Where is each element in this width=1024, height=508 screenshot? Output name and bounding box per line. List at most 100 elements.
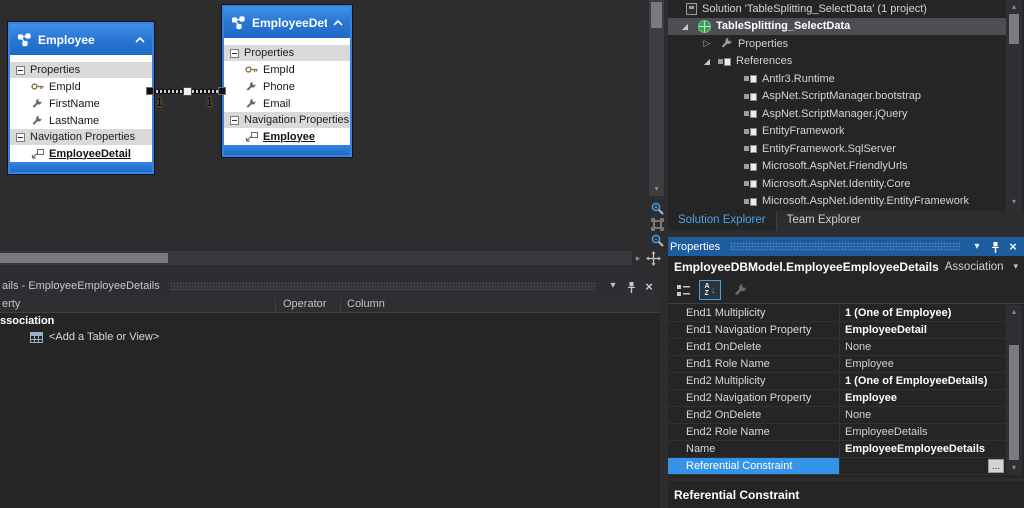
property-pages-button[interactable] — [733, 283, 748, 298]
tree-item-project[interactable]: ◢ TableSplitting_SelectData — [668, 17, 1006, 35]
tab-team-explorer[interactable]: Team Explorer — [775, 211, 871, 230]
property-grid-row[interactable]: End1 Role Name Employee — [668, 356, 1006, 373]
expander-expanded-icon[interactable]: ◢ — [680, 22, 690, 31]
close-icon[interactable]: × — [1006, 239, 1020, 254]
property-grid-row[interactable]: End1 Navigation Property EmployeeDetail — [668, 322, 1006, 339]
zoom-in-button[interactable] — [649, 200, 665, 216]
navigation-property-label: Employee — [263, 130, 315, 143]
properties-grid[interactable]: End1 Multiplicity 1 (One of Employee) En… — [668, 305, 1006, 475]
association-midpoint-handle[interactable] — [183, 87, 192, 96]
navigation-section-header[interactable]: Navigation Properties — [10, 129, 152, 145]
titlebar-grip-pattern — [730, 242, 960, 251]
property-grid-row[interactable]: End2 Navigation Property Employee — [668, 390, 1006, 407]
column-header-column[interactable]: Column — [347, 298, 385, 310]
zoom-to-fit-button[interactable] — [649, 216, 665, 232]
scroll-down-arrow-icon[interactable]: ▾ — [1006, 197, 1022, 207]
property-row[interactable]: Email — [224, 95, 350, 112]
tree-item-references[interactable]: ◢ References — [668, 53, 1006, 71]
wrench-icon — [30, 98, 44, 110]
zoom-out-button[interactable] — [649, 232, 665, 248]
tree-item-reference[interactable]: AspNet.ScriptManager.bootstrap — [668, 88, 1006, 106]
property-grid-row[interactable]: End1 Multiplicity 1 (One of Employee) — [668, 305, 1006, 322]
collapse-minus-icon[interactable] — [230, 115, 239, 125]
tree-item-reference[interactable]: Microsoft.AspNet.Identity.Core — [668, 175, 1006, 193]
designer-vertical-scrollbar[interactable]: ▾ — [649, 0, 664, 196]
tree-item-properties[interactable]: ▷ Properties — [668, 35, 1006, 53]
properties-grid-scrollbar[interactable]: ▴ ▾ — [1006, 305, 1022, 475]
scroll-right-arrow-icon[interactable]: ▸ — [633, 253, 643, 263]
close-icon[interactable]: × — [642, 279, 656, 294]
property-grid-row[interactable]: Name EmployeeEmployeeDetails — [668, 441, 1006, 458]
entity-body-gap — [224, 38, 350, 45]
entity-employee-header[interactable]: Employee — [10, 24, 152, 55]
property-grid-row[interactable]: End1 OnDelete None — [668, 339, 1006, 356]
tree-item-reference[interactable]: Antlr3.Runtime — [668, 70, 1006, 88]
window-position-menu-icon[interactable]: ▾ — [606, 278, 620, 294]
property-row[interactable]: LastName — [10, 112, 152, 129]
properties-section-header[interactable]: Properties — [224, 45, 350, 61]
scroll-down-arrow-icon[interactable]: ▾ — [1006, 463, 1022, 473]
pin-icon[interactable] — [988, 239, 1002, 254]
navigation-section-header[interactable]: Navigation Properties — [224, 112, 350, 128]
property-grid-row[interactable]: End2 OnDelete None — [668, 407, 1006, 424]
table-icon — [30, 331, 43, 343]
object-selector[interactable]: EmployeeDBModel.EmployeeEmployeeDetails … — [668, 256, 1024, 277]
tree-item-reference[interactable]: EntityFramework.SqlServer — [668, 140, 1006, 158]
association-connector[interactable]: 1 1 — [146, 81, 230, 113]
scrollbar-thumb[interactable] — [1009, 345, 1019, 460]
ef-designer-canvas[interactable]: Employee Properties EmpId FirstName Last… — [0, 0, 666, 270]
property-grid-row[interactable]: End2 Role Name EmployeeDetails — [668, 424, 1006, 441]
column-separator[interactable] — [275, 298, 276, 312]
scrollbar-thumb[interactable] — [0, 253, 168, 263]
property-row[interactable]: EmpId — [10, 78, 152, 95]
chevron-down-icon[interactable]: ▾ — [1013, 261, 1018, 272]
tree-item-reference[interactable]: Microsoft.AspNet.Identity.EntityFramewor… — [668, 193, 1006, 211]
navigation-property-row[interactable]: EmployeeDetail — [10, 145, 152, 162]
collapse-chevron-icon[interactable] — [135, 36, 145, 43]
tree-item-reference[interactable]: EntityFramework — [668, 123, 1006, 141]
expander-expanded-icon[interactable]: ◢ — [702, 57, 712, 66]
tree-item-solution[interactable]: Solution 'TableSplitting_SelectData' (1 … — [668, 0, 1006, 18]
collapse-minus-icon[interactable] — [16, 65, 25, 75]
solution-explorer-scrollbar[interactable]: ▴ ▾ — [1006, 0, 1022, 211]
designer-horizontal-scrollbar[interactable] — [0, 251, 632, 265]
expander-collapsed-icon[interactable]: ▷ — [702, 38, 712, 49]
mapping-association-group-row[interactable]: ssociation — [0, 313, 660, 329]
description-title: Referential Constraint — [674, 488, 800, 502]
mapping-details-titlebar[interactable]: ails - EmployeeEmployeeDetails ▾ × — [0, 277, 660, 295]
mapping-add-table-row[interactable]: <Add a Table or View> — [0, 329, 660, 345]
scroll-up-arrow-icon[interactable]: ▴ — [1006, 2, 1022, 12]
property-grid-row-selected[interactable]: Referential Constraint ... — [668, 458, 1006, 475]
property-row[interactable]: FirstName — [10, 95, 152, 112]
column-separator[interactable] — [340, 298, 341, 312]
entity-employee-details-header[interactable]: EmployeeDet... — [224, 7, 350, 38]
entity-employee[interactable]: Employee Properties EmpId FirstName Last… — [8, 22, 154, 174]
scroll-up-arrow-icon[interactable]: ▴ — [1006, 307, 1022, 317]
navigation-property-row[interactable]: Employee — [224, 128, 350, 145]
column-header-property[interactable]: erty — [2, 298, 20, 310]
properties-section-header[interactable]: Properties — [10, 62, 152, 78]
collapse-minus-icon[interactable] — [16, 132, 25, 142]
scrollbar-thumb[interactable] — [651, 2, 662, 28]
scroll-down-arrow-icon[interactable]: ▾ — [649, 184, 664, 194]
property-row[interactable]: EmpId — [224, 61, 350, 78]
scrollbar-thumb[interactable] — [1009, 14, 1019, 44]
solution-tree[interactable]: Solution 'TableSplitting_SelectData' (1 … — [668, 0, 1006, 211]
column-header-operator[interactable]: Operator — [283, 298, 326, 310]
properties-titlebar[interactable]: Properties ▾ × — [668, 237, 1024, 256]
ellipsis-button[interactable]: ... — [988, 459, 1004, 473]
collapse-chevron-icon[interactable] — [333, 19, 343, 26]
categorized-view-button[interactable] — [676, 284, 691, 297]
tree-item-reference[interactable]: AspNet.ScriptManager.jQuery — [668, 105, 1006, 123]
pan-button[interactable] — [646, 251, 661, 266]
mapping-column-headers[interactable]: erty Operator Column — [0, 295, 660, 313]
entity-employee-details[interactable]: EmployeeDet... Properties EmpId Phone Em… — [222, 5, 352, 157]
window-position-menu-icon[interactable]: ▾ — [970, 239, 984, 255]
property-grid-row[interactable]: End2 Multiplicity 1 (One of EmployeeDeta… — [668, 373, 1006, 390]
tab-solution-explorer[interactable]: Solution Explorer — [668, 211, 776, 230]
pin-icon[interactable] — [624, 279, 638, 294]
alphabetical-sort-button[interactable]: AZ ↓ — [699, 280, 721, 300]
collapse-minus-icon[interactable] — [230, 48, 239, 58]
property-row[interactable]: Phone — [224, 78, 350, 95]
tree-item-reference[interactable]: Microsoft.AspNet.FriendlyUrls — [668, 158, 1006, 176]
